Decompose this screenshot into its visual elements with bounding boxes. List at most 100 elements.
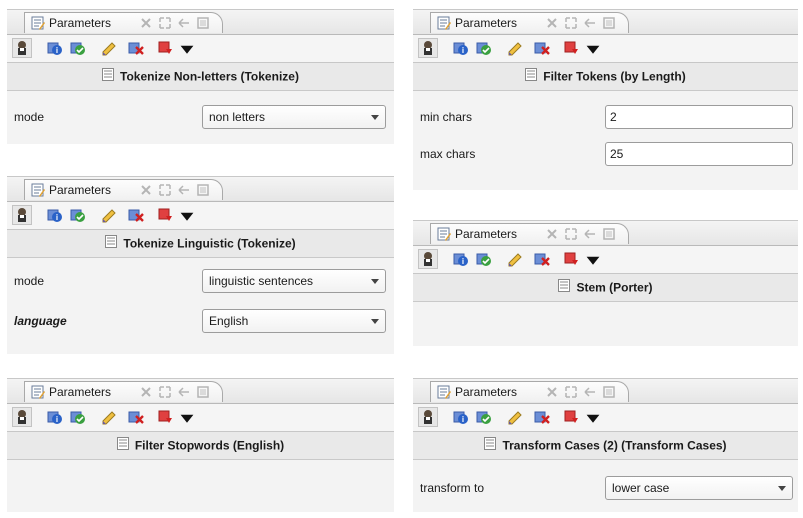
apply-icon[interactable] xyxy=(70,40,86,56)
delete-icon[interactable] xyxy=(128,40,144,56)
dock-icon[interactable] xyxy=(177,385,191,399)
apply-icon[interactable] xyxy=(70,409,86,425)
close-icon[interactable] xyxy=(139,385,153,399)
mode-select[interactable]: non letters xyxy=(202,105,386,129)
panel-toolbar: i xyxy=(7,35,394,63)
parameters-doc-icon xyxy=(437,227,451,241)
minimize-icon[interactable] xyxy=(602,227,616,241)
expert-mode-button[interactable] xyxy=(418,407,438,427)
apply-icon[interactable] xyxy=(476,409,492,425)
operator-doc-icon xyxy=(102,68,115,82)
delete-icon[interactable] xyxy=(534,40,550,56)
info-icon[interactable]: i xyxy=(47,40,63,56)
dropdown-icon[interactable] xyxy=(179,41,195,57)
expert-mode-button[interactable] xyxy=(418,38,438,58)
parameters-doc-icon xyxy=(31,183,45,197)
dock-icon[interactable] xyxy=(583,385,597,399)
edit-icon[interactable] xyxy=(507,251,523,267)
expert-mode-button[interactable] xyxy=(12,407,32,427)
operator-menu-icon[interactable] xyxy=(158,40,174,56)
chevron-down-icon xyxy=(778,486,786,491)
parameters-doc-icon xyxy=(31,385,45,399)
dropdown-icon[interactable] xyxy=(179,410,195,426)
transform-to-select[interactable]: lower case xyxy=(605,476,793,500)
language-select[interactable]: English xyxy=(202,309,386,333)
close-icon[interactable] xyxy=(545,16,559,30)
dock-icon[interactable] xyxy=(583,16,597,30)
maximize-icon[interactable] xyxy=(564,385,578,399)
dropdown-icon[interactable] xyxy=(585,41,601,57)
tab-title: Parameters xyxy=(49,385,112,399)
dock-icon[interactable] xyxy=(583,227,597,241)
info-icon[interactable]: i xyxy=(47,207,63,223)
info-icon[interactable]: i xyxy=(453,251,469,267)
minimize-icon[interactable] xyxy=(196,385,210,399)
minimize-icon[interactable] xyxy=(196,183,210,197)
edit-icon[interactable] xyxy=(507,40,523,56)
minimize-icon[interactable] xyxy=(602,385,616,399)
maximize-icon[interactable] xyxy=(158,385,172,399)
operator-menu-icon[interactable] xyxy=(158,207,174,223)
max-chars-input[interactable]: 25 xyxy=(605,142,793,166)
close-icon[interactable] xyxy=(139,16,153,30)
expert-mode-button[interactable] xyxy=(12,38,32,58)
edit-icon[interactable] xyxy=(101,409,117,425)
parameters-panel-3: Parameters i Tokenize Linguistic (Tokeni… xyxy=(7,176,394,354)
mode-select[interactable]: linguistic sentences xyxy=(202,269,386,293)
operator-doc-icon xyxy=(105,235,118,249)
maximize-icon[interactable] xyxy=(564,16,578,30)
operator-title: Stem (Porter) xyxy=(576,280,653,295)
operator-title: Tokenize Linguistic (Tokenize) xyxy=(123,236,296,251)
edit-icon[interactable] xyxy=(101,207,117,223)
operator-menu-icon[interactable] xyxy=(564,251,580,267)
expert-mode-icon xyxy=(18,41,26,55)
parameters-tab[interactable]: Parameters xyxy=(24,381,223,402)
delete-icon[interactable] xyxy=(128,409,144,425)
dropdown-icon[interactable] xyxy=(585,252,601,268)
expert-mode-button[interactable] xyxy=(418,249,438,269)
minimize-icon[interactable] xyxy=(196,16,210,30)
operator-header: Filter Stopwords (English) xyxy=(7,432,394,460)
info-icon[interactable]: i xyxy=(47,409,63,425)
operator-doc-icon xyxy=(525,68,538,82)
dropdown-icon[interactable] xyxy=(585,410,601,426)
expert-mode-icon xyxy=(18,208,26,222)
dropdown-icon[interactable] xyxy=(179,208,195,224)
parameters-tab[interactable]: Parameters xyxy=(430,381,629,402)
param-label: mode xyxy=(14,274,45,288)
info-icon[interactable]: i xyxy=(453,409,469,425)
apply-icon[interactable] xyxy=(70,207,86,223)
parameters-tab[interactable]: Parameters xyxy=(430,223,629,244)
tab-title: Parameters xyxy=(49,16,112,30)
min-chars-input[interactable]: 2 xyxy=(605,105,793,129)
parameters-tab[interactable]: Parameters xyxy=(24,179,223,200)
apply-icon[interactable] xyxy=(476,251,492,267)
select-value: English xyxy=(209,314,249,328)
maximize-icon[interactable] xyxy=(158,183,172,197)
operator-menu-icon[interactable] xyxy=(564,409,580,425)
parameters-tab[interactable]: Parameters xyxy=(24,12,223,33)
edit-icon[interactable] xyxy=(101,40,117,56)
apply-icon[interactable] xyxy=(476,40,492,56)
param-label: min chars xyxy=(420,110,473,124)
expert-mode-button[interactable] xyxy=(12,205,32,225)
delete-icon[interactable] xyxy=(128,207,144,223)
parameters-tab[interactable]: Parameters xyxy=(430,12,629,33)
operator-menu-icon[interactable] xyxy=(564,40,580,56)
select-value: lower case xyxy=(612,481,670,495)
delete-icon[interactable] xyxy=(534,251,550,267)
operator-menu-icon[interactable] xyxy=(158,409,174,425)
close-icon[interactable] xyxy=(545,227,559,241)
operator-title: Filter Stopwords (English) xyxy=(134,438,285,453)
edit-icon[interactable] xyxy=(507,409,523,425)
delete-icon[interactable] xyxy=(534,409,550,425)
close-icon[interactable] xyxy=(545,385,559,399)
minimize-icon[interactable] xyxy=(602,16,616,30)
maximize-icon[interactable] xyxy=(158,16,172,30)
dock-icon[interactable] xyxy=(177,16,191,30)
dock-icon[interactable] xyxy=(177,183,191,197)
close-icon[interactable] xyxy=(139,183,153,197)
panel-tabbar: Parameters xyxy=(7,177,394,202)
info-icon[interactable]: i xyxy=(453,40,469,56)
maximize-icon[interactable] xyxy=(564,227,578,241)
